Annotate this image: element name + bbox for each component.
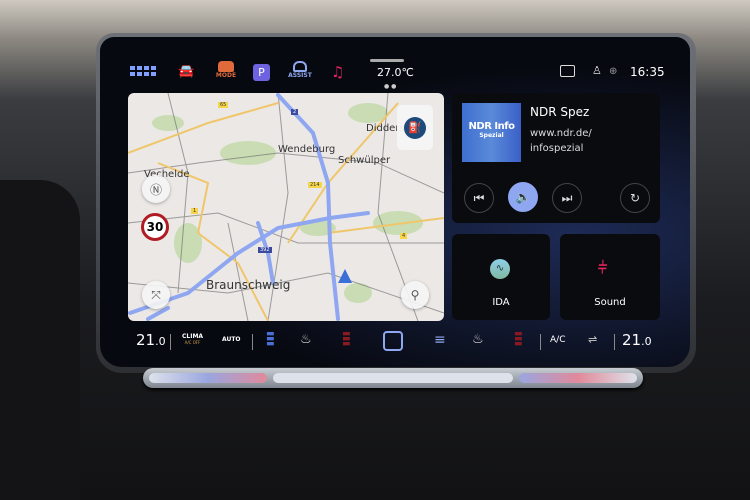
equalizer-icon: ⫩ <box>598 258 608 277</box>
clima-button[interactable]: CLIMA A/C OFF <box>182 333 203 345</box>
road-shield: 2 <box>291 109 299 115</box>
temp-decimal: .0 <box>641 335 652 348</box>
ac-off-label: A/C OFF <box>184 340 201 345</box>
seat-heating-right-icon[interactable]: ♨ <box>472 332 484 347</box>
touch-slider-bar[interactable] <box>143 368 643 388</box>
divider <box>252 334 253 350</box>
page-indicator: ● ● <box>384 83 397 90</box>
map-view-zoom-icon[interactable]: ⤧ <box>142 281 170 309</box>
logo-subtext: Spezial <box>479 132 504 139</box>
car-icon[interactable]: 🚘 <box>178 64 194 79</box>
drive-mode-icon <box>218 61 234 72</box>
climate-bar: 21.0 CLIMA A/C OFF AUTO ▬ ▬ ▬ ♨ ▬ ▬ ▬ ≡ ♨ ▬ ▬ ▬… <box>100 329 690 355</box>
volume-slider[interactable] <box>273 373 513 383</box>
sound-tile[interactable]: ⫩ Sound <box>560 234 660 320</box>
drive-mode-button[interactable]: MODE <box>215 61 237 79</box>
seat-cooling-left-icon[interactable]: ▬ ▬ ▬ <box>266 330 275 349</box>
clima-label: CLIMA <box>182 333 204 340</box>
left-temperature[interactable]: 21.0 <box>136 331 166 349</box>
home-button[interactable] <box>383 331 403 351</box>
right-temperature[interactable]: 21.0 <box>622 331 652 349</box>
station-name: NDR Spez <box>530 105 590 119</box>
temp-value: 21 <box>622 331 642 349</box>
assist-label: ASSIST <box>288 72 312 79</box>
compass-north-icon[interactable]: Ⓝ <box>142 175 170 203</box>
seat-heat-level-left-icon: ▬ ▬ ▬ <box>342 329 351 349</box>
seat-heat-level-right-icon: ▬ ▬ ▬ <box>514 329 523 349</box>
road-shield: 392 <box>258 247 272 253</box>
ida-wave-icon: ∿ <box>490 259 510 279</box>
road-shield: 4 <box>400 233 408 239</box>
media-card[interactable]: NDR Info Spezial NDR Spez www.ndr.de/inf… <box>452 93 660 223</box>
sound-label: Sound <box>594 297 626 308</box>
vehicle-position-arrow-icon <box>338 269 352 283</box>
speaker-volume-button[interactable]: 🔈 <box>508 182 538 212</box>
globe-icon: ⊕ <box>609 66 618 77</box>
divider <box>540 334 541 350</box>
search-icon[interactable]: ⚲ <box>401 281 429 309</box>
mode-label: MODE <box>215 72 237 79</box>
ac-button[interactable]: A/C <box>550 335 565 345</box>
road-shield: 1 <box>191 208 199 214</box>
assist-icon <box>293 61 307 72</box>
music-icon[interactable]: ♫ <box>331 63 344 81</box>
url-line: infospezial <box>530 143 584 154</box>
speed-limit-value: 30 <box>146 220 164 234</box>
seat-heating-left-icon[interactable]: ♨ <box>300 332 312 347</box>
temp-value: 21 <box>136 331 156 349</box>
parking-button[interactable]: P <box>253 64 270 81</box>
parking-icon: P <box>258 66 265 79</box>
apps-grid-icon[interactable] <box>130 66 156 76</box>
map-label-schwuelper: Schwülper <box>338 155 391 166</box>
fuel-pump-icon: ⛽ <box>404 116 426 139</box>
road-shield: 65 <box>218 102 229 108</box>
divider <box>170 334 171 350</box>
next-track-button[interactable]: ⏭ <box>552 183 582 213</box>
url-line: www.ndr.de/ <box>530 128 592 139</box>
right-temp-slider[interactable] <box>519 373 637 383</box>
map-label-braunschweig: Braunschweig <box>206 278 291 292</box>
source-switch-icon[interactable]: ↻ <box>620 183 650 213</box>
air-recirculation-icon[interactable]: ⇌ <box>588 333 597 346</box>
logo-text: NDR Info <box>468 121 515 132</box>
map-label-wendeburg: Wendeburg <box>278 144 336 155</box>
navigation-map[interactable]: Vechelde Wendeburg Schwülper Didderse Br… <box>128 93 444 321</box>
status-bar: 🚘 MODE P ASSIST ♫ 27.0℃ ● ● ♙ ⊕ 16:35 <box>100 61 690 90</box>
fuel-station-button[interactable]: ⛽ <box>397 105 433 150</box>
station-info: www.ndr.de/infospezial <box>530 126 650 156</box>
ida-label: IDA <box>492 297 510 308</box>
user-icon[interactable]: ♙ <box>592 64 602 77</box>
menu-icon[interactable]: ≡ <box>434 333 446 347</box>
speed-limit-sign: 30 <box>141 213 169 241</box>
station-logo: NDR Info Spezial <box>462 103 521 162</box>
message-icon[interactable] <box>560 65 575 77</box>
left-temp-slider[interactable] <box>149 373 267 383</box>
clock: 16:35 <box>630 65 665 79</box>
temp-decimal: .0 <box>155 335 166 348</box>
ida-tile[interactable]: ∿ IDA <box>452 234 550 320</box>
assist-button[interactable]: ASSIST <box>288 61 312 79</box>
auto-button[interactable]: AUTO <box>222 336 241 343</box>
divider <box>614 334 615 350</box>
infotainment-screen: 🚘 MODE P ASSIST ♫ 27.0℃ ● ● ♙ ⊕ 16:35 Ve… <box>100 37 690 367</box>
road-shield: 214 <box>308 182 322 188</box>
temperature-readout[interactable]: 27.0℃ <box>377 66 414 79</box>
seat <box>0 180 80 500</box>
previous-track-button[interactable]: ⏮ <box>464 183 494 213</box>
